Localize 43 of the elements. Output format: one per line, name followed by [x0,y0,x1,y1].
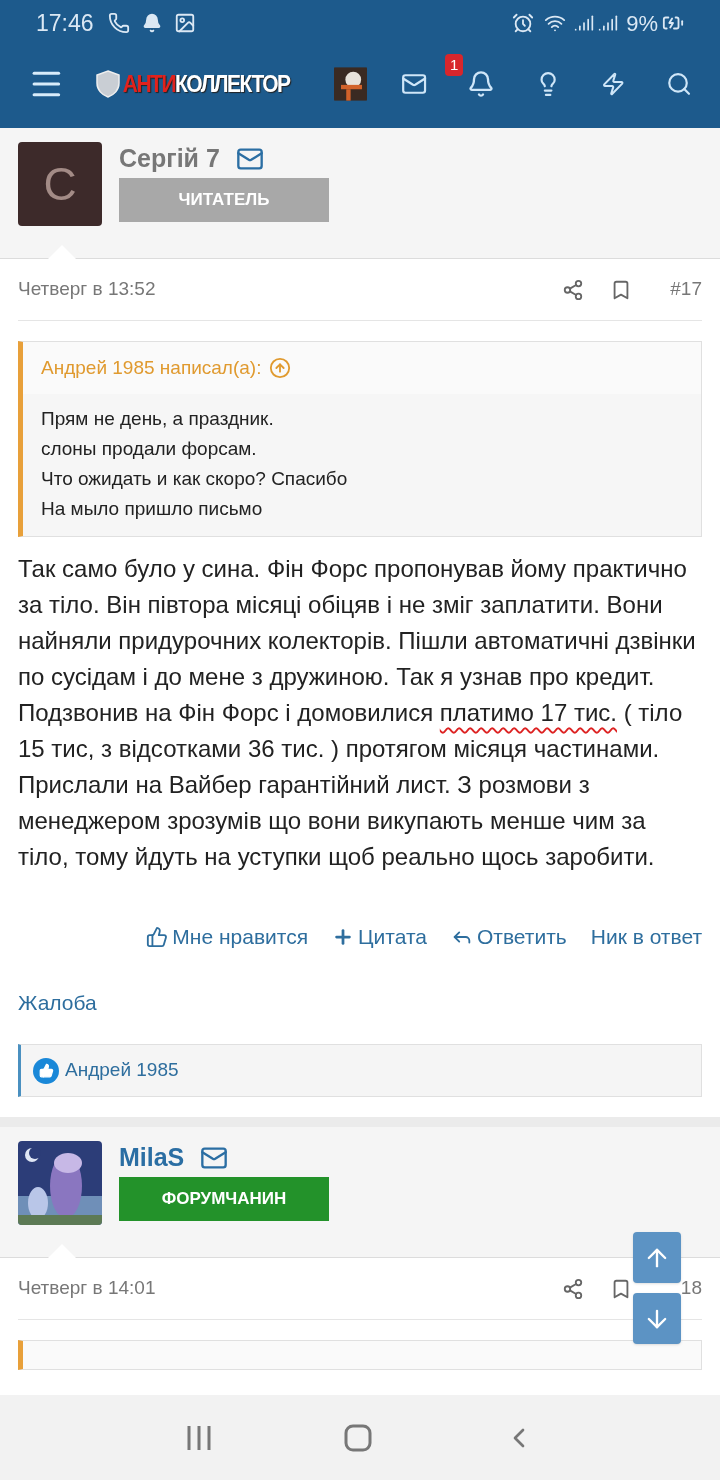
clock: 17:46 [36,8,94,38]
bell-icon [141,13,162,33]
share-icon[interactable] [562,278,584,301]
quote-line: Что ожидать и как скоро? Спасибо [41,467,349,491]
phone-icon [107,12,130,34]
action-link[interactable]: Ответить [450,921,567,953]
signal-icon [598,13,619,33]
image-icon [173,12,196,34]
notifications-icon[interactable] [467,70,496,98]
battery-percent: 9% [626,9,658,38]
alarm-icon [512,12,535,34]
shield-icon [94,70,121,98]
user-avatar[interactable] [333,65,367,103]
post-date[interactable]: Четверг в 14:01 [18,1274,562,1303]
liker-name[interactable]: Андрей 1985 [65,1056,179,1085]
user-avatar[interactable]: С [18,142,102,226]
scroll-down-button[interactable] [633,1293,681,1344]
logo-text: АНТИКОЛЛЕКТОР [122,70,290,99]
report-link[interactable]: Жалоба [18,990,97,1014]
share-icon[interactable] [562,1277,584,1300]
thumbs-up-icon [146,925,169,948]
quote-line: На мыло пришло письмо [41,497,264,521]
role-banner: ЧИТАТЕЛЬ [119,178,329,222]
post-text: Так само було у сина. Фін Форс пропонував йому практично за тіло. Він півтора місяці обіцяв і не зміг заплатити. Вони найняли придурочних колекторів. Пішли автоматичні дзвінки по сусідам і до мене з дружиною. Так я узнав про кредит. Подзвонив на Фін Форс і домовилися платимо 17 тис. ( тіло 15 тис, з відсотками 36 тис. ) протягом місяця частинами. Прислали на Вайбер гарантійний лист. З розмови з менеджером зрозумів що вони викупають менше чим за тіло, тому йдуть на уступки щоб реально щось заробити. [18,554,697,872]
action-link[interactable]: Мне нравится [146,921,309,953]
quote-line: слоны продали форсам. [41,437,258,461]
like-icon [33,1057,59,1084]
role-banner: ФОРУМЧАНИН [119,1177,329,1221]
home-icon[interactable] [343,1422,373,1453]
lightning-icon[interactable] [601,70,626,98]
quote-line: Прям не день, а праздник. [41,407,275,431]
action-link[interactable]: Цитата [332,921,427,953]
signal-icon [574,13,595,33]
notification-badge: 1 [445,54,464,76]
scroll-up-button[interactable] [633,1232,681,1283]
post-number[interactable]: #17 [670,275,702,304]
recent-apps-icon[interactable] [185,1423,213,1452]
site-logo[interactable]: АНТИКОЛЛЕКТОР [94,68,290,100]
post-number[interactable]: 18 [680,1274,702,1303]
author-name[interactable]: MilaS [119,1139,185,1177]
action-link[interactable]: Ник в ответ [590,921,702,953]
post-date[interactable]: Четверг в 13:52 [18,275,562,304]
author-name[interactable]: Сергій 7 [119,140,220,178]
